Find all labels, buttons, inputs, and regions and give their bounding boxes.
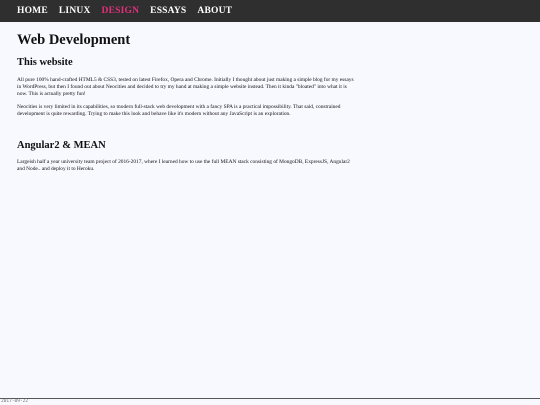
- footer-date: 2017-09-22: [1, 399, 29, 404]
- footer-divider: [0, 398, 540, 399]
- section-angular2-mean: Angular2 & MEAN Largeish half a year uni…: [17, 139, 357, 173]
- section-heading: This website: [17, 57, 73, 68]
- section-heading: Angular2 & MEAN: [17, 140, 106, 152]
- nav-link-design[interactable]: DESIGN: [102, 0, 140, 22]
- section-paragraph: Neocities is very limited in its capabil…: [17, 103, 341, 117]
- section-paragraph: Largeish half a year university team pro…: [17, 159, 350, 173]
- nav-link-essays[interactable]: ESSAYS: [150, 0, 186, 22]
- section-this-website: This website All pure 100% hand-crafted …: [17, 56, 357, 118]
- main-content: Web Development This website All pure 10…: [17, 30, 357, 173]
- page-title: Web Development: [17, 32, 131, 48]
- nav-link-about[interactable]: ABOUT: [197, 0, 232, 22]
- section-paragraph: All pure 100% hand-crafted HTML5 & CSS3,…: [17, 77, 354, 98]
- top-navigation-bar: HOME LINUX DESIGN ESSAYS ABOUT: [0, 0, 540, 22]
- nav-link-linux[interactable]: LINUX: [59, 0, 91, 22]
- nav-link-home[interactable]: HOME: [17, 0, 48, 22]
